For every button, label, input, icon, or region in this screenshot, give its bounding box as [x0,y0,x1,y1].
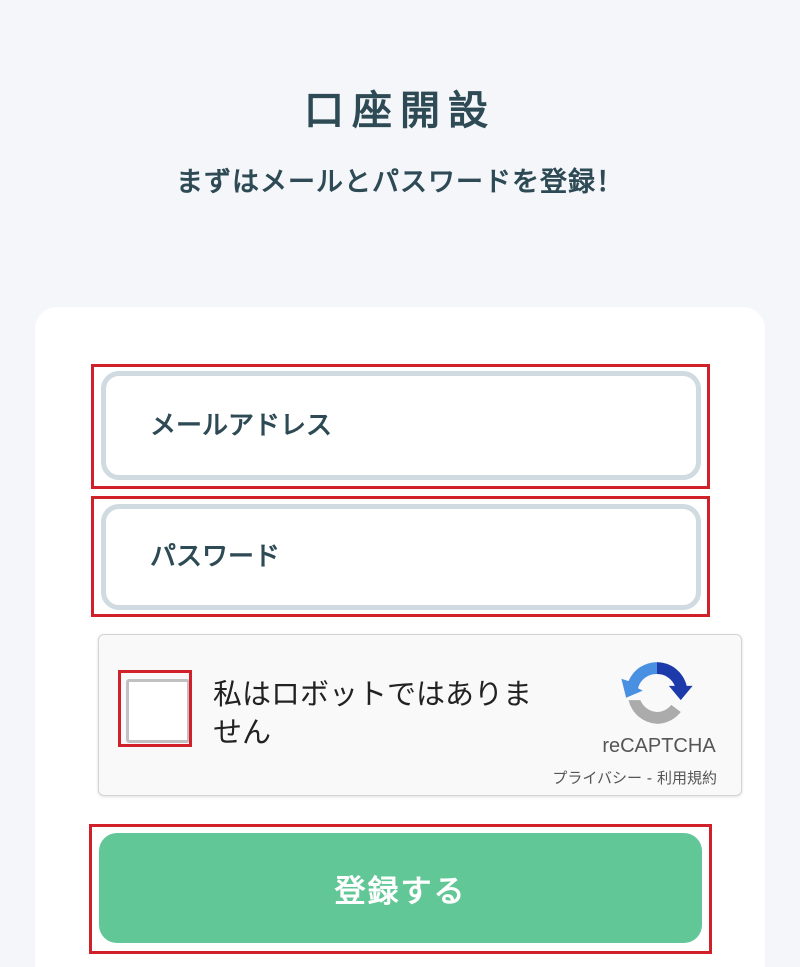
highlight-password [91,496,710,617]
terms-link[interactable]: 利用規約 [657,769,717,787]
page-subtitle: まずはメールとパスワードを登録！ [176,167,624,198]
recaptcha-links: プライバシー - 利用規約 [552,767,717,788]
recaptcha-logo-icon [621,662,693,724]
page-title: 口座開設 [304,88,496,134]
highlight-email [91,364,710,489]
recaptcha-widget: 私はロボットではありません reCAPTCHA プライバシー - 利用規約 [98,634,742,796]
highlight-submit [89,824,712,954]
link-separator: - [642,769,657,787]
privacy-link[interactable]: プライバシー [552,769,642,787]
highlight-checkbox [118,670,192,747]
recaptcha-brand: reCAPTCHA [602,735,716,757]
recaptcha-label: 私はロボットではありません [213,677,533,749]
